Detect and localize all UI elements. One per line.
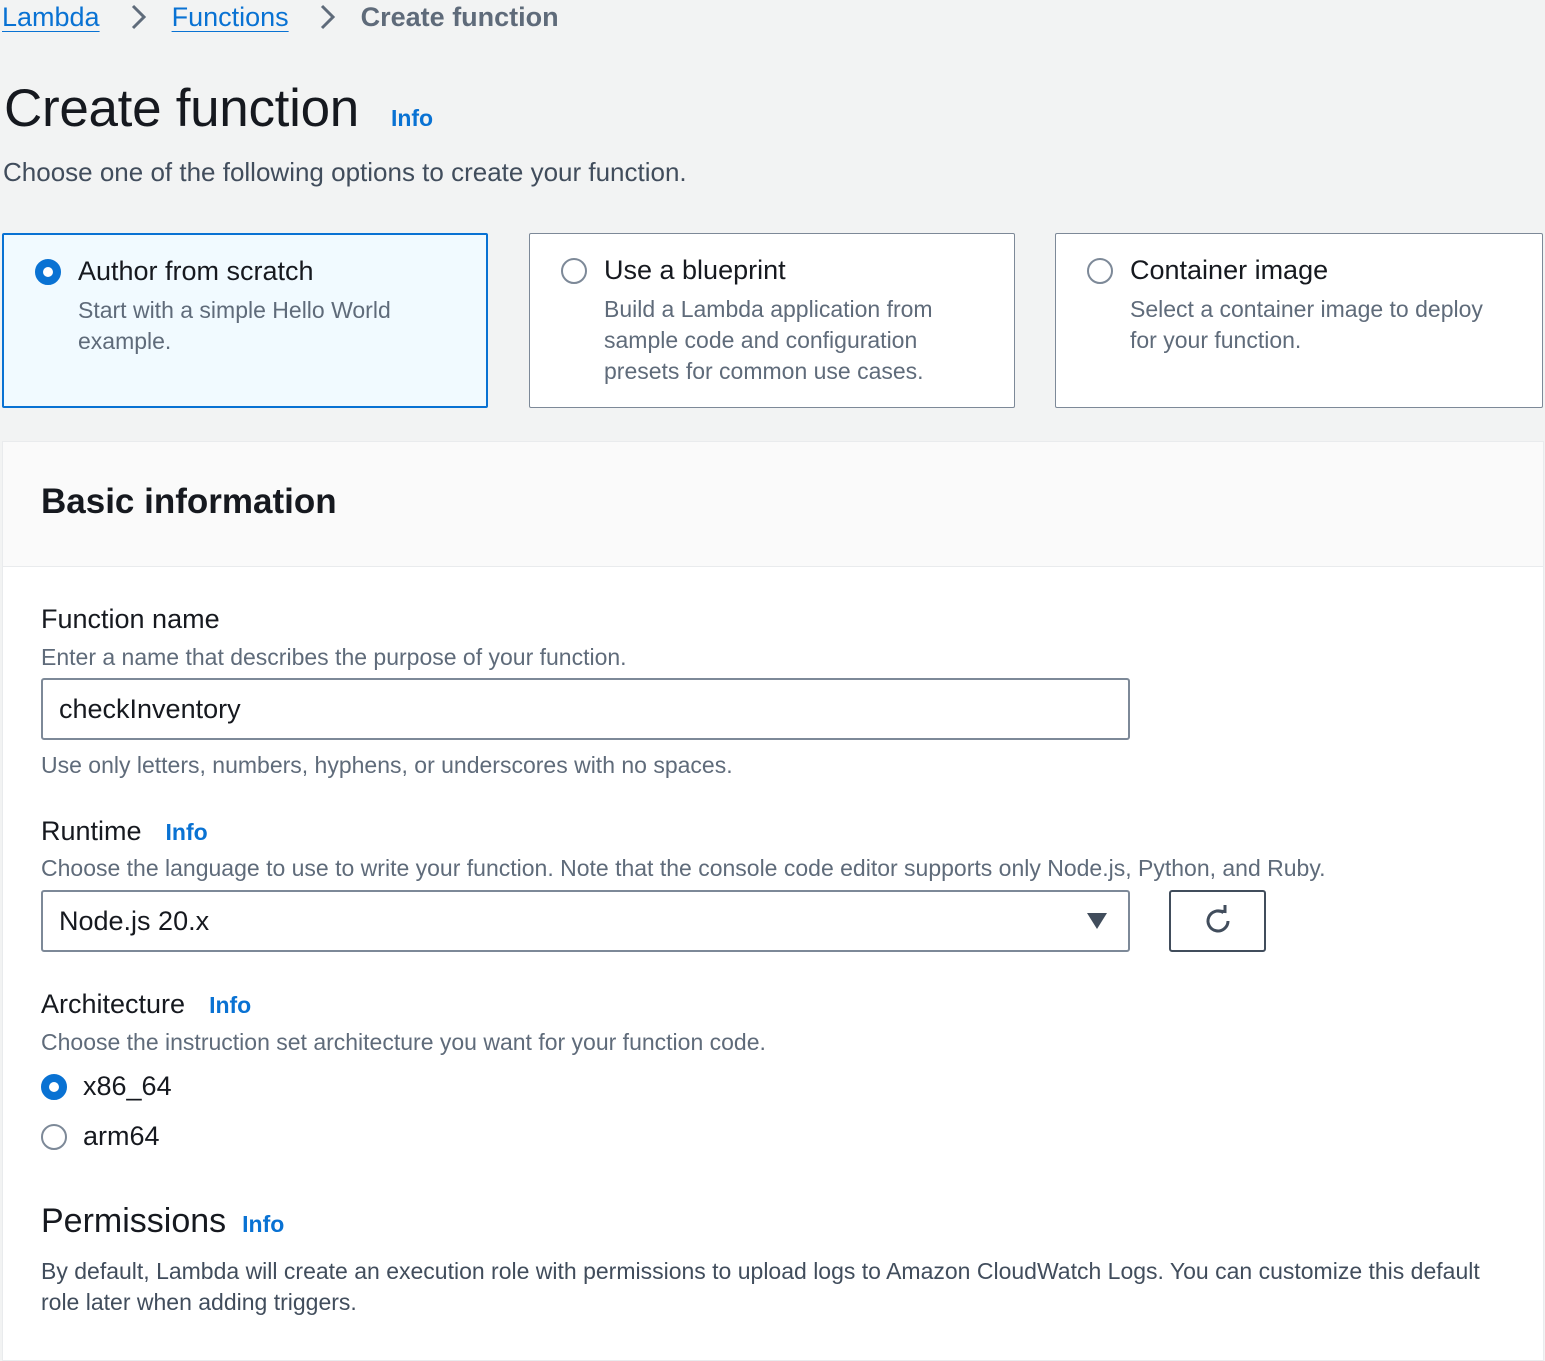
radio-arm64[interactable]	[41, 1123, 67, 1150]
option-author-from-scratch[interactable]: Author from scratch Start with a simple …	[2, 233, 488, 408]
permissions-description: By default, Lambda will create an execut…	[41, 1258, 1480, 1315]
option-title: Author from scratch	[78, 256, 314, 286]
architecture-label: Architecture Info	[41, 989, 251, 1020]
architecture-option-arm64[interactable]: arm64	[41, 1121, 160, 1152]
option-container-image[interactable]: Container image Select a container image…	[1055, 233, 1543, 408]
runtime-selected-value: Node.js 20.x	[59, 906, 210, 936]
runtime-label-text: Runtime	[41, 816, 142, 846]
radio-author-from-scratch[interactable]	[35, 259, 61, 285]
radio-use-a-blueprint[interactable]	[561, 258, 587, 284]
refresh-runtime-button[interactable]	[1169, 890, 1266, 952]
option-use-a-blueprint[interactable]: Use a blueprint Build a Lambda applicati…	[529, 233, 1015, 408]
option-description: Select a container image to deploy for y…	[1130, 296, 1483, 353]
runtime-label: Runtime Info	[41, 816, 208, 847]
option-description: Start with a simple Hello World example.	[78, 297, 391, 354]
breadcrumb-link-lambda[interactable]: Lambda	[2, 2, 100, 33]
caret-down-icon	[1087, 913, 1107, 929]
function-name-constraint: Use only letters, numbers, hyphens, or u…	[41, 752, 733, 778]
breadcrumb-link-functions[interactable]: Functions	[172, 2, 289, 33]
panel-header: Basic information	[3, 442, 1543, 567]
architecture-label-text: Architecture	[41, 989, 186, 1019]
radio-container-image[interactable]	[1087, 258, 1113, 284]
architecture-option-x86_64[interactable]: x86_64	[41, 1071, 172, 1102]
architecture-description: Choose the instruction set architecture …	[41, 1029, 766, 1055]
page-info-link[interactable]: Info	[391, 105, 433, 132]
architecture-info-link[interactable]: Info	[209, 992, 251, 1019]
radio-x86_64[interactable]	[41, 1073, 67, 1100]
function-name-label-text: Function name	[41, 604, 220, 634]
page-header: Create function Info	[4, 78, 433, 139]
panel-title: Basic information	[41, 482, 337, 521]
breadcrumb-current: Create function	[360, 1, 559, 32]
runtime-info-link[interactable]: Info	[166, 819, 208, 846]
refresh-icon	[1206, 905, 1229, 933]
option-title: Container image	[1130, 255, 1329, 285]
function-name-description: Enter a name that describes the purpose …	[41, 644, 627, 670]
creation-options: Author from scratch Start with a simple …	[2, 233, 1543, 410]
page-description: Choose one of the following options to c…	[3, 157, 687, 187]
option-description: Build a Lambda application from sample c…	[604, 296, 933, 384]
option-title: Use a blueprint	[604, 255, 786, 285]
chevron-right-icon	[131, 4, 146, 30]
radio-label: x86_64	[83, 1071, 172, 1101]
page-title: Create function	[4, 79, 359, 138]
basic-information-panel: Basic information Function name Enter a …	[2, 441, 1544, 1361]
chevron-right-icon	[320, 4, 335, 30]
permissions-info-link[interactable]: Info	[242, 1211, 284, 1238]
function-name-label: Function name	[41, 604, 220, 635]
permissions-heading: Permissions Info	[41, 1202, 284, 1241]
breadcrumb: Lambda Functions Create function	[2, 0, 559, 34]
permissions-title: Permissions	[41, 1202, 227, 1240]
radio-label: arm64	[83, 1121, 160, 1151]
function-name-input[interactable]	[41, 678, 1130, 740]
runtime-description: Choose the language to use to write your…	[41, 855, 1326, 881]
runtime-select[interactable]: Node.js 20.x	[41, 890, 1130, 952]
